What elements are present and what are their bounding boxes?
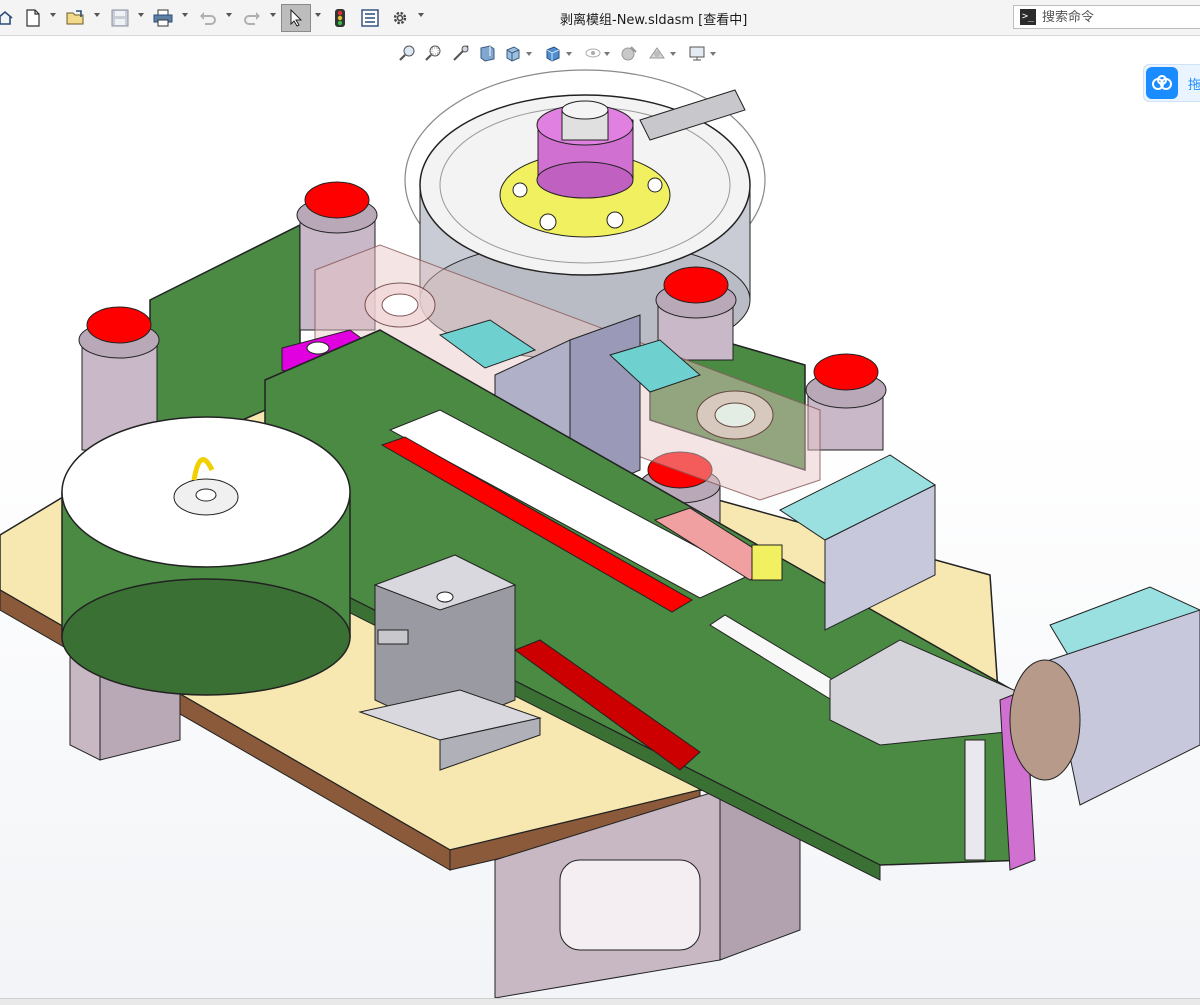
save-dropdown-caret[interactable] bbox=[138, 13, 144, 17]
redo-dropdown-caret[interactable] bbox=[270, 13, 276, 17]
window-title: 剥离模组-New.sldasm [查看中] bbox=[560, 13, 748, 28]
settings-gear-icon[interactable] bbox=[389, 6, 411, 30]
red-cap-post-3 bbox=[655, 266, 737, 361]
settings-dropdown-caret[interactable] bbox=[418, 13, 424, 17]
side-tab-label: 拖 bbox=[1188, 77, 1200, 93]
previous-view-icon[interactable] bbox=[452, 44, 470, 62]
yellow-sensor bbox=[751, 544, 783, 581]
display-style-icon[interactable] bbox=[544, 44, 562, 62]
baidu-cloud-drag-tab[interactable]: 拖 bbox=[1143, 64, 1200, 102]
command-search[interactable]: >_ bbox=[1013, 5, 1200, 29]
main-toolbar: 剥离模组-New.sldasm [查看中] >_ bbox=[0, 0, 1200, 36]
select-pointer-icon[interactable] bbox=[281, 4, 311, 32]
apply-scene-caret[interactable] bbox=[670, 52, 676, 56]
open-dropdown-caret[interactable] bbox=[94, 13, 100, 17]
edit-appearance-icon[interactable] bbox=[620, 44, 638, 62]
front-support-rod bbox=[964, 739, 986, 861]
hide-show-items-icon[interactable] bbox=[584, 44, 602, 62]
view-heads-up-toolbar bbox=[398, 42, 728, 64]
print-icon[interactable] bbox=[152, 6, 174, 30]
tape-unwind-drum bbox=[61, 416, 351, 696]
home-icon[interactable] bbox=[0, 6, 14, 30]
select-dropdown-caret[interactable] bbox=[315, 13, 321, 17]
apply-scene-icon[interactable] bbox=[648, 44, 666, 62]
redo-icon[interactable] bbox=[242, 6, 262, 30]
section-view-icon[interactable] bbox=[478, 44, 496, 62]
graphics-area[interactable]: 拖 bbox=[0, 36, 1200, 998]
command-prompt-icon: >_ bbox=[1020, 9, 1036, 25]
display-style-caret[interactable] bbox=[566, 52, 572, 56]
assembly-3d-model[interactable] bbox=[0, 36, 1200, 998]
status-bar bbox=[0, 998, 1200, 1005]
cloud-icon bbox=[1146, 67, 1178, 99]
save-icon[interactable] bbox=[110, 6, 130, 30]
undo-dropdown-caret[interactable] bbox=[226, 13, 232, 17]
traffic-light-icon[interactable] bbox=[331, 6, 349, 30]
search-input[interactable] bbox=[1042, 9, 1192, 25]
new-document-icon[interactable] bbox=[24, 6, 42, 30]
view-orientation-caret[interactable] bbox=[526, 52, 532, 56]
view-settings-icon[interactable] bbox=[688, 44, 706, 62]
view-orientation-icon[interactable] bbox=[504, 44, 522, 62]
new-dropdown-caret[interactable] bbox=[50, 13, 56, 17]
print-dropdown-caret[interactable] bbox=[182, 13, 188, 17]
file-properties-icon[interactable] bbox=[359, 6, 381, 30]
zoom-to-area-icon[interactable] bbox=[424, 44, 442, 62]
zoom-to-fit-icon[interactable] bbox=[398, 44, 416, 62]
view-settings-caret[interactable] bbox=[710, 52, 716, 56]
hide-show-caret[interactable] bbox=[604, 52, 610, 56]
round-flange bbox=[1009, 659, 1081, 781]
open-folder-icon[interactable] bbox=[65, 6, 87, 30]
undo-icon[interactable] bbox=[198, 6, 218, 30]
